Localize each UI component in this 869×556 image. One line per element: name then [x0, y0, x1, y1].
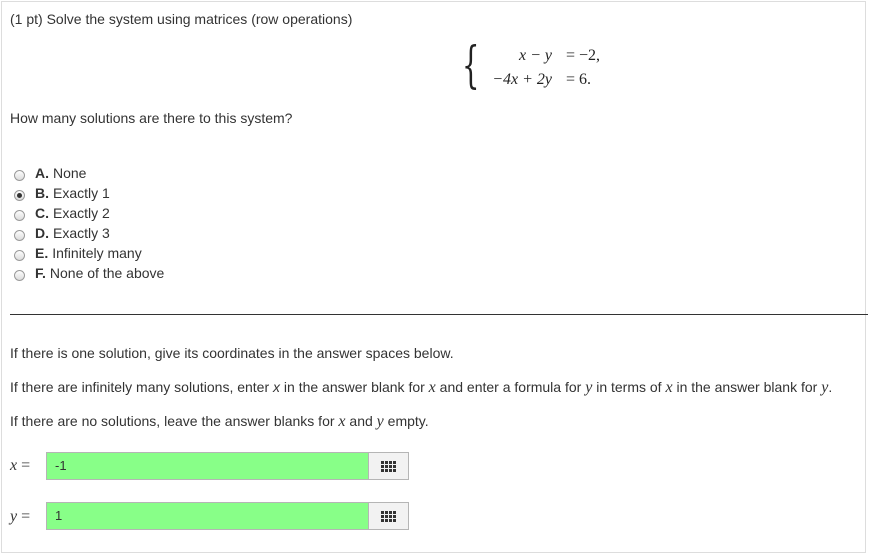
instruction-text: If there are no solutions, leave the ans…: [10, 413, 339, 429]
instruction-text: empty.: [383, 413, 429, 429]
radio-f[interactable]: [14, 269, 25, 281]
math-x: x: [338, 413, 346, 430]
grid-icon: [381, 460, 396, 472]
y-answer-label: y =: [10, 508, 30, 526]
option-e[interactable]: E. Infinitely many: [14, 243, 164, 263]
section-divider: [10, 314, 868, 315]
radio-e[interactable]: [14, 249, 25, 261]
instruction-text: in the answer blank for: [280, 379, 429, 395]
option-c[interactable]: C. Exactly 2: [14, 203, 164, 223]
option-text: None of the above: [49, 265, 165, 281]
instruction-text: .: [828, 379, 833, 395]
instruction-x-plain: x: [273, 379, 281, 395]
option-d[interactable]: D. Exactly 3: [14, 223, 164, 243]
x-answer-group: -1: [46, 452, 409, 480]
option-text: Exactly 3: [53, 225, 110, 241]
option-b[interactable]: B. Exactly 1: [14, 183, 164, 203]
option-letter: E.: [35, 245, 49, 261]
instruction-one-solution: If there is one solution, give its coord…: [10, 345, 454, 361]
option-letter: B.: [35, 185, 49, 201]
y-answer-group: 1: [46, 502, 409, 530]
instruction-text: in terms of: [592, 379, 666, 395]
option-a[interactable]: A. None: [14, 163, 164, 183]
x-equation-editor-button[interactable]: [369, 452, 409, 480]
grid-icon: [381, 510, 396, 522]
y-answer-input[interactable]: 1: [46, 502, 369, 530]
radio-a[interactable]: [14, 169, 25, 181]
option-letter: C.: [35, 205, 49, 221]
eq2-rhs: = 6.: [566, 71, 592, 88]
option-letter: A.: [35, 165, 49, 181]
instruction-no-solutions: If there are no solutions, leave the ans…: [10, 413, 429, 431]
x-answer-input[interactable]: -1: [46, 452, 369, 480]
option-text: Exactly 1: [53, 185, 110, 201]
equals-sign: =: [17, 508, 31, 525]
math-y: y: [376, 413, 384, 430]
math-x: x: [428, 379, 436, 396]
instruction-infinite-solutions: If there are infinitely many solutions, …: [10, 379, 832, 397]
x-answer-label: x =: [10, 457, 30, 475]
radio-d[interactable]: [14, 229, 25, 241]
option-letter: D.: [35, 225, 49, 241]
option-list: A. None B. Exactly 1 C. Exactly 2 D. Exa…: [14, 163, 164, 283]
radio-b[interactable]: [14, 189, 25, 201]
eq2-lhs: −4x + 2y: [492, 71, 552, 88]
eq1-rhs: = −2,: [566, 47, 601, 64]
option-text: Infinitely many: [52, 245, 142, 261]
math-x: x: [665, 379, 673, 396]
equals-sign: =: [17, 457, 31, 474]
option-f[interactable]: F. None of the above: [14, 263, 164, 283]
instruction-text: in the answer blank for: [672, 379, 822, 395]
instruction-text: and: [345, 413, 377, 429]
option-text: None: [53, 165, 87, 181]
instruction-text: If there are infinitely many solutions, …: [10, 379, 274, 395]
radio-c[interactable]: [14, 209, 25, 221]
option-text: Exactly 2: [53, 205, 110, 221]
option-letter: F.: [35, 265, 46, 281]
instruction-text: and enter a formula for: [435, 379, 586, 395]
y-equation-editor-button[interactable]: [369, 502, 409, 530]
eq1-lhs: x − y: [519, 47, 552, 64]
solutions-question: How many solutions are there to this sys…: [10, 110, 293, 126]
problem-title: (1 pt) Solve the system using matrices (…: [10, 11, 353, 27]
equation-system: { x − y = −2, −4x + 2y = 6.: [462, 38, 622, 96]
